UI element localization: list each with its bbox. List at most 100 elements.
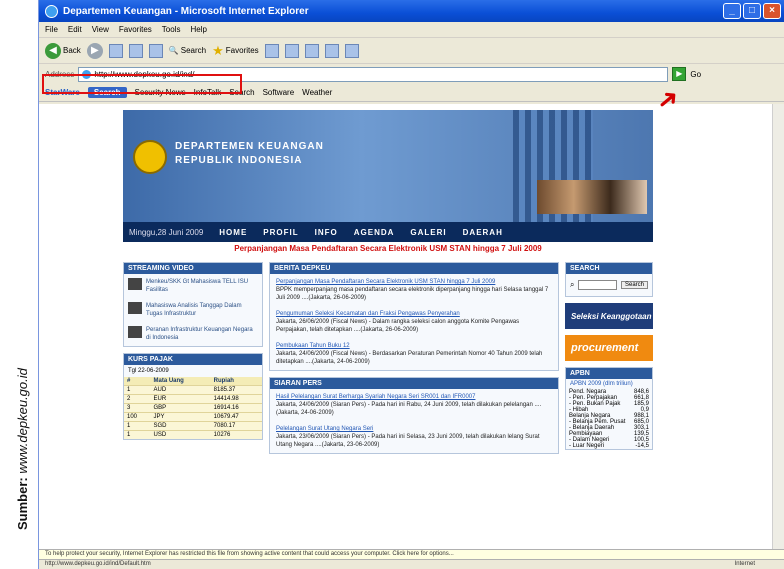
search-head: SEARCH — [566, 263, 652, 274]
source-site: www.depkeu.go.id — [15, 368, 30, 474]
nav-daerah[interactable]: DAERAH — [463, 228, 503, 237]
security-infobar[interactable]: To help protect your security, Internet … — [39, 549, 784, 559]
table-row: 1 SGD 7080.17 — [124, 421, 262, 431]
content-columns: STREAMING VIDEO Menkeu/SKK Gt Mahasiswa … — [123, 262, 653, 460]
menu-bar: File Edit View Favorites Tools Help — [39, 22, 784, 38]
back-arrow-icon: ◀ — [45, 42, 61, 59]
siaran-box: SIARAN PERS Hasil Pelelangan Surat Berha… — [269, 377, 559, 454]
apbn-head: APBN — [566, 368, 652, 379]
video-icon — [128, 278, 142, 290]
table-row: - Luar Negeri -14,5 — [569, 443, 649, 449]
news-head: BERITA DEPKEU — [270, 263, 558, 274]
search-button[interactable]: 🔍 Search — [169, 46, 206, 55]
home-icon[interactable] — [148, 43, 163, 58]
refresh-icon[interactable] — [128, 43, 143, 58]
col-header: # — [124, 377, 151, 386]
col-header: Rupiah — [210, 377, 262, 386]
go-button[interactable]: ▶ — [672, 67, 687, 81]
video-head: STREAMING VIDEO — [124, 263, 262, 274]
apbn-box: APBN APBN 2009 (dlm triliun) Pend. Negar… — [565, 367, 653, 450]
folder-icon[interactable] — [344, 43, 359, 58]
news-item[interactable]: Hasil Pelelangan Surat Berharga Syariah … — [270, 389, 558, 421]
video-box: STREAMING VIDEO Menkeu/SKK Gt Mahasiswa … — [123, 262, 263, 347]
source-label: Sumber: — [15, 477, 30, 530]
ie-icon — [45, 4, 58, 18]
star-icon: ★ — [212, 42, 224, 58]
vertical-scrollbar[interactable] — [772, 104, 784, 549]
promo-procurement[interactable]: procurement — [565, 335, 653, 361]
news-box: BERITA DEPKEU Perpanjangan Masa Pendafta… — [269, 262, 559, 371]
nav-agenda[interactable]: AGENDA — [354, 228, 395, 237]
status-url: http://www.depkeu.go.id/ind/Default.htm — [45, 561, 151, 567]
nav-profil[interactable]: PROFIL — [263, 228, 298, 237]
menu-tools[interactable]: Tools — [162, 25, 181, 34]
site-search-input[interactable] — [578, 280, 617, 290]
menu-favorites[interactable]: Favorites — [119, 25, 152, 34]
menu-help[interactable]: Help — [190, 25, 206, 34]
mail-icon[interactable] — [304, 43, 319, 58]
apbn-table: Pend. Negara 848,6 - Pen. Perpajakan 661,8… — [566, 389, 652, 449]
news-item[interactable]: Pengumuman Seleksi Kecamatan dan Fraksi … — [270, 306, 558, 338]
search-box: SEARCH ⌕ Search — [565, 262, 653, 297]
news-item[interactable]: Pembukaan Tahun Buku 12 Jakarta, 24/06/2… — [270, 338, 558, 370]
history-icon[interactable] — [284, 43, 299, 58]
site-nav: Minggu,28 Juni 2009 HOME PROFIL INFO AGE… — [123, 222, 653, 242]
table-row: 3 GBP 16914.16 — [124, 403, 262, 413]
search-icon: 🔍 — [168, 46, 179, 55]
news-item[interactable]: Pelelangan Surat Utang Negara Seri Jakar… — [270, 421, 558, 453]
news-item[interactable]: Perpanjangan Masa Pendaftaran Secara Ele… — [270, 274, 558, 306]
menu-file[interactable]: File — [45, 25, 58, 34]
address-highlight-box — [42, 74, 242, 94]
media-icon[interactable] — [264, 43, 279, 58]
back-button[interactable]: ◀ Back — [45, 42, 81, 59]
status-zone: Internet — [734, 561, 755, 567]
right-column: SEARCH ⌕ Search Seleksi Keanggotaan proc… — [565, 262, 653, 460]
nav-info[interactable]: INFO — [315, 228, 338, 237]
maximize-button[interactable]: □ — [743, 3, 761, 19]
kurs-head: KURS PAJAK — [124, 354, 262, 365]
window-title: Departemen Keuangan - Microsoft Internet… — [63, 5, 309, 17]
site-search-button[interactable]: Search — [620, 281, 648, 289]
source-caption: Sumber: www.depkeu.go.id — [0, 0, 30, 569]
title-bar: Departemen Keuangan - Microsoft Internet… — [39, 0, 784, 22]
banner-line2: REPUBLIK INDONESIA — [175, 155, 303, 166]
banner-line1: DEPARTEMEN KEUANGAN — [175, 141, 324, 152]
table-row: 1 USD 10276 — [124, 430, 262, 439]
stop-icon[interactable] — [108, 43, 123, 58]
news-ticker[interactable]: Perpanjangan Masa Pendaftaran Secara Ele… — [123, 242, 653, 256]
left-column: STREAMING VIDEO Menkeu/SKK Gt Mahasiswa … — [123, 262, 263, 460]
print-icon[interactable] — [324, 43, 339, 58]
menu-view[interactable]: View — [92, 25, 109, 34]
depkeu-logo — [133, 140, 167, 174]
kurs-box: KURS PAJAK Tgl 22-06-2009 # Mata Uang Ru… — [123, 353, 263, 440]
site-banner: DEPARTEMEN KEUANGAN REPUBLIK INDONESIA — [123, 110, 653, 222]
siaran-head: SIARAN PERS — [270, 378, 558, 389]
video-icon — [128, 326, 142, 338]
go-label[interactable]: Go — [690, 70, 701, 79]
close-button[interactable]: × — [763, 3, 781, 19]
menu-edit[interactable]: Edit — [68, 25, 82, 34]
video-item[interactable]: Mahasiswa Analisis Tanggap Dalam Tugas I… — [124, 298, 262, 322]
table-row: 2 EUR 14414.98 — [124, 394, 262, 404]
promo-seleksi[interactable]: Seleksi Keanggotaan — [565, 303, 653, 329]
link-item[interactable]: Weather — [302, 88, 332, 97]
kurs-date: Tgl 22-06-2009 — [128, 368, 169, 374]
link-item[interactable]: Software — [263, 88, 295, 97]
video-item[interactable]: Peranan Infrastruktur Keuangan Negara di… — [124, 322, 262, 346]
site-date: Minggu,28 Juni 2009 — [129, 227, 204, 237]
table-row: 1 AUD 8185.37 — [124, 385, 262, 395]
favorites-button[interactable]: ★ Favorites — [212, 43, 259, 59]
page: Sumber: www.depkeu.go.id Departemen Keua… — [0, 0, 784, 569]
apbn-sub: APBN 2009 (dlm triliun) — [570, 381, 633, 387]
page-viewport: DEPARTEMEN KEUANGAN REPUBLIK INDONESIA M… — [39, 104, 784, 549]
nav-home[interactable]: HOME — [219, 228, 247, 237]
kurs-table: # Mata Uang Rupiah 1 AUD 8185.37 2 EUR 14414… — [124, 377, 262, 439]
nav-galeri[interactable]: GALERI — [410, 228, 446, 237]
minimize-button[interactable]: _ — [723, 3, 741, 19]
toolbar: ◀ Back ▶ 🔍 Search ★ Favorites — [39, 38, 784, 64]
middle-column: BERITA DEPKEU Perpanjangan Masa Pendafta… — [269, 262, 559, 460]
video-item[interactable]: Menkeu/SKK Gt Mahasiswa TELL ISU Fasilit… — [124, 274, 262, 298]
depkeu-site: DEPARTEMEN KEUANGAN REPUBLIK INDONESIA M… — [123, 110, 653, 460]
col-header: Mata Uang — [150, 377, 211, 386]
forward-button[interactable]: ▶ — [86, 42, 103, 59]
